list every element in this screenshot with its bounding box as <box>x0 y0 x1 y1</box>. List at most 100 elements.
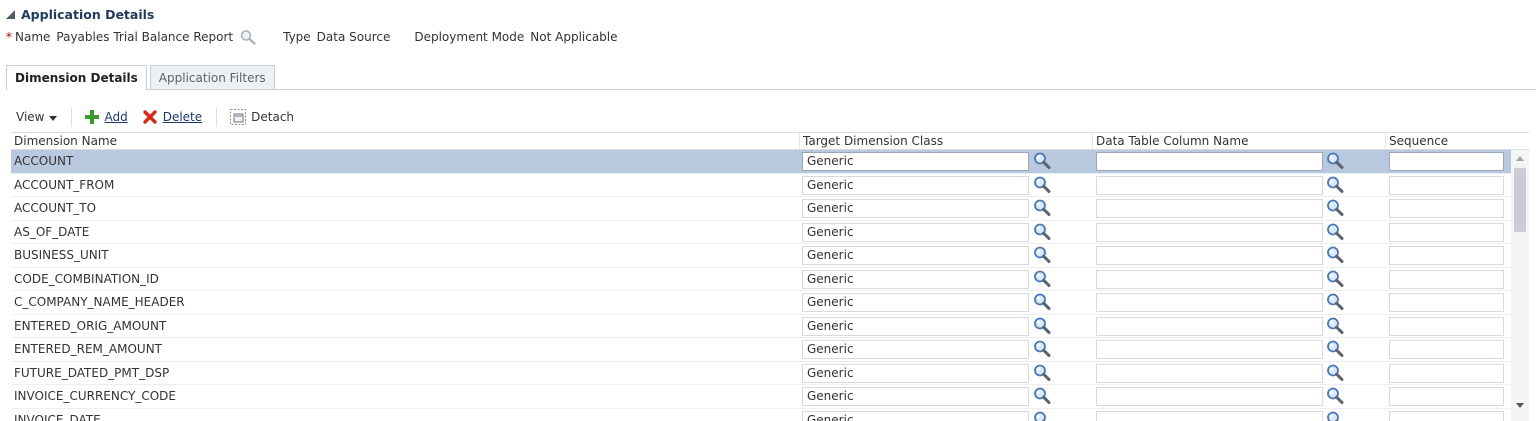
target-dimension-class-input[interactable]: Generic <box>802 199 1029 218</box>
sequence-input[interactable] <box>1389 340 1504 359</box>
type-label: Type <box>283 30 311 44</box>
table-row[interactable]: BUSINESS_UNIT Generic <box>11 244 1511 268</box>
section-header-application-details[interactable]: Application Details <box>6 7 154 22</box>
data-table-column-name-input[interactable] <box>1096 269 1323 289</box>
search-icon[interactable] <box>1032 151 1052 171</box>
search-icon[interactable] <box>1325 410 1345 421</box>
data-table-column-name-input[interactable] <box>1096 293 1323 312</box>
sequence-input[interactable] <box>1389 246 1504 265</box>
table-row[interactable]: CODE_COMBINATION_ID Generic <box>11 268 1511 291</box>
search-icon[interactable] <box>1032 292 1052 312</box>
target-dimension-class-input[interactable]: Generic <box>802 152 1029 171</box>
search-icon[interactable] <box>1325 245 1345 265</box>
sequence-input[interactable] <box>1389 410 1504 421</box>
search-icon[interactable] <box>1325 151 1345 171</box>
tab-divider <box>6 89 1536 90</box>
target-dimension-class-input[interactable]: Generic <box>802 387 1029 406</box>
view-label: View <box>16 110 45 124</box>
detach-icon <box>230 109 247 125</box>
search-icon[interactable] <box>1032 363 1052 383</box>
dimension-name-cell: ACCOUNT_TO <box>14 201 97 215</box>
sequence-input[interactable] <box>1389 269 1504 289</box>
dimension-name-cell: CODE_COMBINATION_ID <box>14 271 159 286</box>
search-icon[interactable] <box>1032 410 1052 421</box>
scroll-down-icon[interactable] <box>1516 403 1524 408</box>
search-icon[interactable] <box>1032 386 1052 406</box>
plus-icon <box>85 110 100 124</box>
data-table-column-name-input[interactable] <box>1096 246 1323 265</box>
search-icon[interactable] <box>1325 316 1345 336</box>
data-table-column-name-input[interactable] <box>1096 363 1323 383</box>
detach-button[interactable]: Detach <box>229 108 294 126</box>
tab-application-filters[interactable]: Application Filters <box>149 65 275 89</box>
sequence-input[interactable] <box>1389 387 1504 406</box>
column-header-sequence[interactable]: Sequence <box>1386 133 1529 150</box>
table-row[interactable]: ACCOUNT_FROM Generic <box>11 174 1511 197</box>
sequence-input[interactable] <box>1389 293 1504 312</box>
table-row[interactable]: ENTERED_ORIG_AMOUNT Generic <box>11 315 1511 338</box>
target-dimension-class-input[interactable]: Generic <box>802 222 1029 242</box>
target-dimension-class-input[interactable]: Generic <box>802 293 1029 312</box>
search-icon[interactable] <box>1032 339 1052 359</box>
search-icon[interactable] <box>239 29 257 45</box>
view-menu-button[interactable]: View <box>16 110 58 124</box>
search-icon[interactable] <box>1325 386 1345 406</box>
search-icon[interactable] <box>1032 245 1052 265</box>
data-table-column-name-input[interactable] <box>1096 175 1323 195</box>
search-icon[interactable] <box>1032 269 1052 289</box>
add-button[interactable]: Add <box>84 109 128 125</box>
search-icon[interactable] <box>1325 269 1345 289</box>
target-dimension-class-input[interactable]: Generic <box>802 269 1029 289</box>
tab-dimension-details[interactable]: Dimension Details <box>6 65 147 90</box>
table-row[interactable]: ENTERED_REM_AMOUNT Generic <box>11 338 1511 362</box>
sequence-input[interactable] <box>1389 316 1504 336</box>
add-label: Add <box>104 110 128 124</box>
search-icon[interactable] <box>1325 198 1345 218</box>
column-header-dimension-name[interactable]: Dimension Name <box>11 133 800 150</box>
target-dimension-class-input[interactable]: Generic <box>802 246 1029 265</box>
data-table-column-name-input[interactable] <box>1096 152 1323 171</box>
sequence-input[interactable] <box>1389 199 1504 218</box>
sequence-input[interactable] <box>1389 363 1504 383</box>
table-row[interactable]: C_COMPANY_NAME_HEADER Generic <box>11 291 1511 315</box>
search-icon[interactable] <box>1032 222 1052 242</box>
column-header-target-dimension-class[interactable]: Target Dimension Class <box>800 133 1093 150</box>
data-table-column-name-input[interactable] <box>1096 222 1323 242</box>
data-table-column-name-input[interactable] <box>1096 410 1323 421</box>
search-icon[interactable] <box>1325 175 1345 195</box>
table-row[interactable]: ACCOUNT Generic <box>11 150 1511 174</box>
search-icon[interactable] <box>1032 316 1052 336</box>
target-dimension-class-input[interactable]: Generic <box>802 410 1029 421</box>
search-icon[interactable] <box>1032 175 1052 195</box>
target-dimension-class-input[interactable]: Generic <box>802 175 1029 195</box>
data-table-column-name-input[interactable] <box>1096 387 1323 406</box>
type-value: Data Source <box>316 30 391 44</box>
data-table-column-name-input[interactable] <box>1096 316 1323 336</box>
table-row[interactable]: AS_OF_DATE Generic <box>11 221 1511 244</box>
search-icon[interactable] <box>1325 339 1345 359</box>
search-icon[interactable] <box>1325 363 1345 383</box>
scroll-up-icon[interactable] <box>1516 156 1524 161</box>
table-row[interactable]: INVOICE_DATE Generic <box>11 409 1511 421</box>
data-table-column-name-input[interactable] <box>1096 199 1323 218</box>
target-dimension-class-input[interactable]: Generic <box>802 363 1029 383</box>
data-table-column-name-input[interactable] <box>1096 340 1323 359</box>
search-icon[interactable] <box>1325 292 1345 312</box>
search-icon[interactable] <box>1325 222 1345 242</box>
scrollbar-thumb[interactable] <box>1514 168 1526 232</box>
delete-x-icon <box>143 110 157 124</box>
target-dimension-class-input[interactable]: Generic <box>802 316 1029 336</box>
collapse-triangle-icon[interactable] <box>6 10 15 19</box>
sequence-input[interactable] <box>1389 175 1504 195</box>
search-icon[interactable] <box>1032 198 1052 218</box>
deployment-mode-value: Not Applicable <box>530 30 618 44</box>
target-dimension-class-input[interactable]: Generic <box>802 340 1029 359</box>
delete-button[interactable]: Delete <box>142 109 202 125</box>
table-row[interactable]: INVOICE_CURRENCY_CODE Generic <box>11 385 1511 409</box>
sequence-input[interactable] <box>1389 222 1504 242</box>
column-header-data-table-column-name[interactable]: Data Table Column Name <box>1093 133 1386 150</box>
table-row[interactable]: FUTURE_DATED_PMT_DSP Generic <box>11 362 1511 385</box>
sequence-input[interactable] <box>1389 152 1504 171</box>
table-row[interactable]: ACCOUNT_TO Generic <box>11 197 1511 221</box>
vertical-scrollbar[interactable] <box>1511 150 1529 421</box>
